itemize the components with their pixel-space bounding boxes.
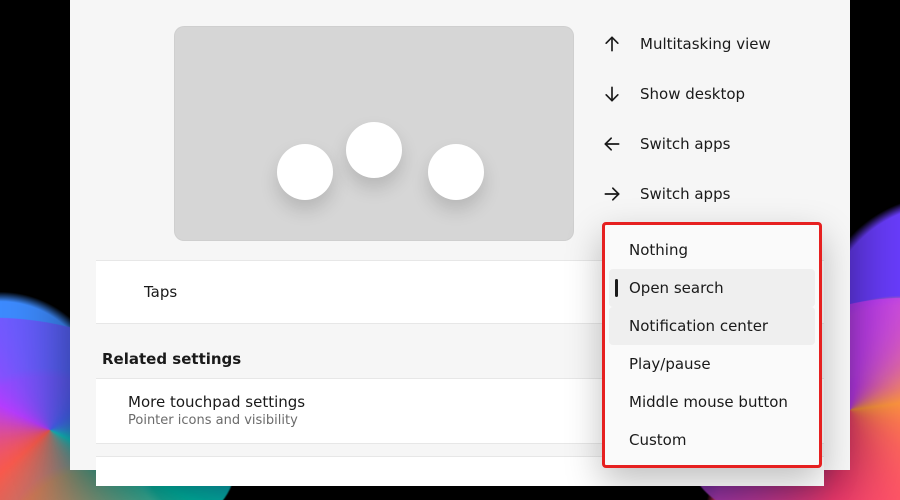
- dropdown-option-custom[interactable]: Custom: [609, 421, 815, 459]
- dropdown-option-open-search[interactable]: Open search: [609, 269, 815, 307]
- dropdown-option-play-pause[interactable]: Play/pause: [609, 345, 815, 383]
- dropdown-option-middle-mouse-button[interactable]: Middle mouse button: [609, 383, 815, 421]
- gesture-up-row[interactable]: Multitasking view: [602, 34, 822, 54]
- dropdown-option-nothing[interactable]: Nothing: [609, 231, 815, 269]
- taps-label: Taps: [144, 283, 177, 301]
- gesture-action-dropdown[interactable]: Nothing Open search Notification center …: [602, 222, 822, 468]
- finger-dot-icon: [346, 122, 402, 178]
- gesture-left-row[interactable]: Switch apps: [602, 134, 822, 154]
- gesture-preview-panel: [174, 26, 574, 241]
- finger-dot-icon: [428, 144, 484, 200]
- gesture-up-label: Multitasking view: [640, 35, 771, 53]
- arrow-down-icon: [602, 84, 622, 104]
- gesture-right-label: Switch apps: [640, 185, 730, 203]
- related-settings-heading: Related settings: [102, 350, 241, 368]
- arrow-left-icon: [602, 134, 622, 154]
- gesture-down-row[interactable]: Show desktop: [602, 84, 822, 104]
- finger-dot-icon: [277, 144, 333, 200]
- arrow-up-icon: [602, 34, 622, 54]
- dropdown-option-notification-center[interactable]: Notification center: [609, 307, 815, 345]
- gesture-down-label: Show desktop: [640, 85, 745, 103]
- arrow-right-icon: [602, 184, 622, 204]
- gesture-mapping-list: Multitasking view Show desktop Switch ap…: [602, 34, 822, 204]
- gesture-right-row[interactable]: Switch apps: [602, 184, 822, 204]
- gesture-left-label: Switch apps: [640, 135, 730, 153]
